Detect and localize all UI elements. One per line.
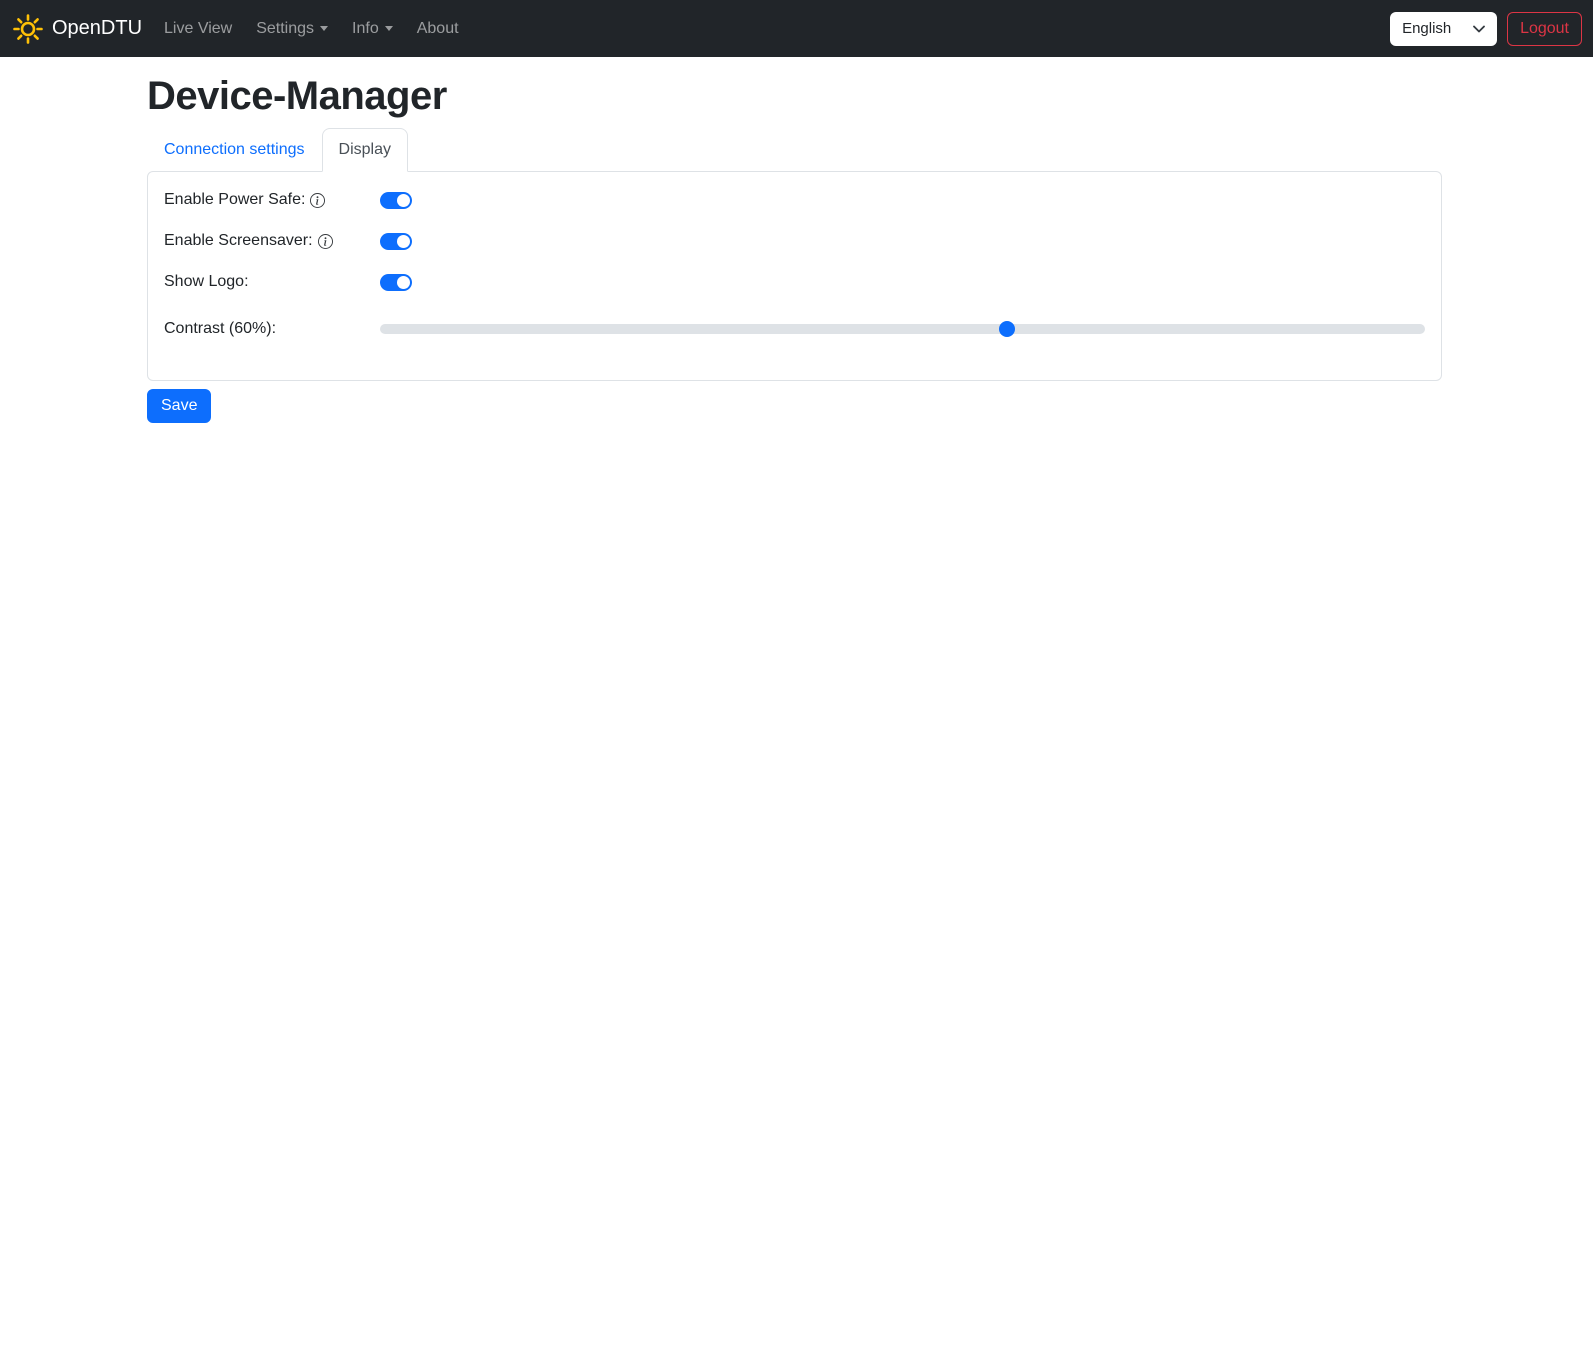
chevron-down-icon [320, 26, 329, 31]
field-label-text: Show Logo: [164, 273, 249, 290]
field-control [380, 232, 1425, 250]
form-row-power-safe: Enable Power Safe: [164, 188, 1425, 212]
field-label-contrast: Contrast (60%): [164, 320, 380, 338]
display-settings-card: Enable Power Safe: Enable Screensaver: S… [147, 171, 1442, 381]
chevron-down-icon [384, 26, 393, 31]
navbar-left: OpenDTU Live View Settings Info About [12, 12, 475, 46]
slider-track[interactable] [380, 324, 1425, 334]
nav-item-label: Info [352, 19, 379, 37]
power-safe-toggle[interactable] [380, 191, 412, 209]
form-row-show-logo: Show Logo: [164, 270, 1425, 294]
nav-item-label: Settings [256, 19, 315, 37]
info-icon[interactable] [310, 192, 326, 208]
sun-icon [12, 13, 44, 45]
screensaver-toggle[interactable] [380, 232, 412, 250]
toggle-knob [397, 234, 410, 248]
info-icon[interactable] [317, 233, 333, 249]
tab-bar: Connection settings Display [147, 128, 1446, 172]
toggle-knob [397, 275, 410, 289]
field-label-text: Enable Screensaver: [164, 232, 313, 249]
show-logo-toggle[interactable] [380, 273, 412, 291]
field-control [380, 321, 1425, 337]
form-row-screensaver: Enable Screensaver: [164, 229, 1425, 253]
brand-link[interactable]: OpenDTU [12, 13, 142, 45]
nav-item-live-view[interactable]: Live View [156, 12, 240, 46]
main-content: Device-Manager Connection settings Displ… [0, 74, 1593, 423]
nav-item-info[interactable]: Info [344, 12, 401, 46]
language-select-value: English [1402, 20, 1452, 37]
logout-button[interactable]: Logout [1507, 11, 1582, 46]
form-row-contrast: Contrast (60%): [164, 317, 1425, 341]
nav-item-label: Live View [164, 19, 233, 37]
field-label-text: Enable Power Safe: [164, 191, 306, 208]
field-label-screensaver: Enable Screensaver: [164, 232, 380, 250]
field-control [380, 273, 1425, 291]
field-label-power-safe: Enable Power Safe: [164, 191, 380, 209]
tab-display[interactable]: Display [321, 128, 408, 172]
nav-item-about[interactable]: About [409, 12, 467, 46]
contrast-slider[interactable] [380, 321, 1425, 337]
nav-item-label: About [416, 19, 459, 37]
slider-thumb[interactable] [999, 321, 1015, 337]
brand-label: OpenDTU [52, 17, 143, 39]
nav-item-settings[interactable]: Settings [248, 12, 336, 46]
toggle-knob [397, 193, 410, 207]
tab-connection-settings[interactable]: Connection settings [147, 128, 322, 172]
page-title: Device-Manager [147, 74, 447, 118]
field-control [380, 191, 1425, 209]
field-label-text: Contrast (60%): [164, 320, 277, 337]
save-button[interactable]: Save [147, 389, 212, 423]
navbar-right: English Logout [1390, 11, 1582, 46]
field-label-show-logo: Show Logo: [164, 273, 380, 291]
language-select[interactable]: English [1390, 11, 1498, 46]
navbar: OpenDTU Live View Settings Info About En… [0, 0, 1593, 57]
chevron-down-icon [1473, 25, 1485, 33]
